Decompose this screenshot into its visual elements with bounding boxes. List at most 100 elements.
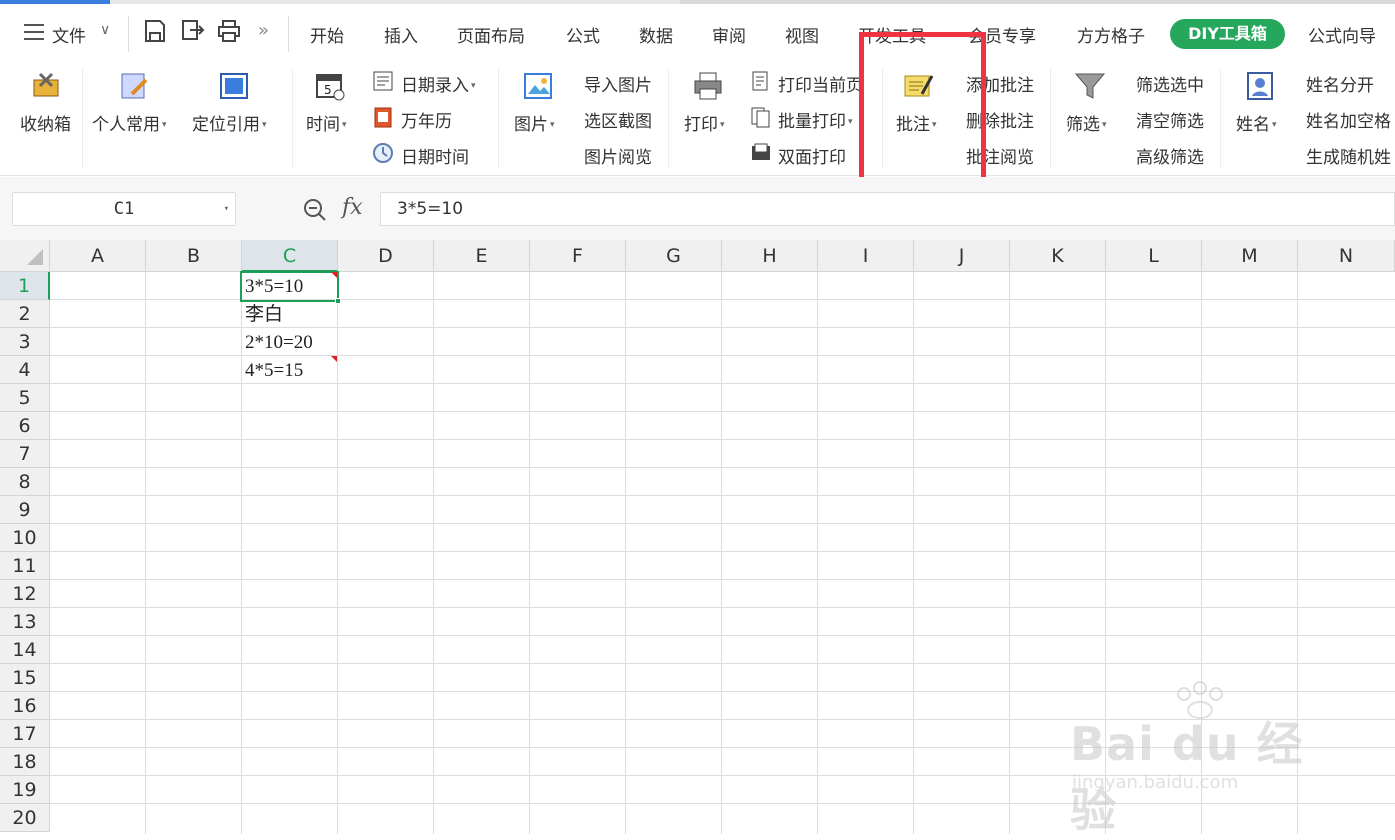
save-icon[interactable] — [142, 18, 168, 44]
menu-file[interactable]: 文件 — [52, 22, 86, 47]
user-card-icon — [1247, 72, 1273, 100]
watermark-url: jingyan.baidu.com — [1072, 772, 1239, 793]
row-header[interactable]: 13 — [0, 608, 50, 636]
fill-handle[interactable] — [335, 298, 341, 304]
clock-icon — [373, 143, 393, 163]
row-header[interactable]: 7 — [0, 440, 50, 468]
column-header[interactable]: B — [146, 240, 242, 272]
select-all-corner[interactable] — [0, 240, 50, 272]
name-space-button[interactable]: 姓名加空格 — [1306, 107, 1391, 132]
filter-selected-button[interactable]: 筛选选中 — [1136, 71, 1204, 96]
personal-button[interactable]: 个人常用 ▾ — [92, 110, 167, 135]
tab-page-layout[interactable]: 页面布局 — [457, 22, 525, 47]
name-button[interactable]: 姓名 ▾ — [1236, 110, 1277, 135]
row-header[interactable]: 3 — [0, 328, 50, 356]
print-current-button[interactable]: 打印当前页 — [778, 71, 863, 96]
chevron-down-icon[interactable]: ∨ — [100, 22, 110, 38]
zoom-icon[interactable] — [302, 197, 328, 223]
formula-bar: C1 ▾ fx 3*5=10 — [0, 177, 1395, 240]
export-icon[interactable] — [180, 18, 206, 44]
tab-fangfang[interactable]: 方方格子 — [1077, 22, 1145, 47]
cell-c2[interactable]: 李白 — [242, 301, 338, 329]
hamburger-icon[interactable] — [24, 24, 44, 40]
filter-icon — [1074, 73, 1106, 99]
cell-c3[interactable]: 2*10=20 — [242, 329, 338, 357]
duplex-print-button[interactable]: 双面打印 — [778, 143, 846, 168]
row-header[interactable]: 10 — [0, 524, 50, 552]
ribbon: 收纳箱 个人常用 ▾ 定位引用 ▾ 5 时间 ▾ 日期录入 ▾ 万年历 日期时间 图片 ▾… — [0, 60, 1395, 176]
svg-text:5: 5 — [324, 83, 332, 97]
column-header[interactable]: I — [818, 240, 914, 272]
split-name-button[interactable]: 姓名分开 — [1306, 71, 1374, 96]
comment-indicator — [331, 356, 337, 362]
personal-icon — [121, 73, 148, 99]
print-button[interactable]: 打印 ▾ — [684, 110, 725, 135]
duplex-print-icon — [752, 143, 770, 160]
row-header[interactable]: 1 — [0, 272, 50, 300]
column-header[interactable]: G — [626, 240, 722, 272]
locate-ref-button[interactable]: 定位引用 ▾ — [192, 110, 267, 135]
picture-view-button[interactable]: 图片阅览 — [584, 143, 652, 168]
row-header[interactable]: 6 — [0, 412, 50, 440]
row-header[interactable]: 2 — [0, 300, 50, 328]
date-entry-button[interactable]: 日期录入 ▾ — [401, 71, 476, 96]
import-picture-button[interactable]: 导入图片 — [584, 71, 652, 96]
tab-formulas[interactable]: 公式 — [566, 22, 600, 47]
column-header[interactable]: N — [1298, 240, 1395, 272]
comment-indicator — [331, 272, 337, 278]
clear-filter-button[interactable]: 清空筛选 — [1136, 107, 1204, 132]
row-header[interactable]: 18 — [0, 748, 50, 776]
toolbox-icon — [33, 72, 59, 97]
cell-c4[interactable]: 4*5=15 — [242, 357, 338, 385]
storage-button[interactable]: 收纳箱 — [20, 110, 71, 135]
filter-button[interactable]: 筛选 ▾ — [1066, 110, 1107, 135]
chevron-down-icon[interactable]: ▾ — [224, 193, 229, 225]
fx-icon[interactable]: fx — [342, 195, 363, 220]
tab-home[interactable]: 开始 — [310, 22, 344, 47]
row-header[interactable]: 11 — [0, 552, 50, 580]
date-time-button[interactable]: 日期时间 — [401, 143, 469, 168]
row-header[interactable]: 20 — [0, 804, 50, 832]
row-header[interactable]: 5 — [0, 384, 50, 412]
printer-icon — [694, 72, 722, 100]
row-header[interactable]: 15 — [0, 664, 50, 692]
tab-insert[interactable]: 插入 — [384, 22, 418, 47]
active-cell-outline — [240, 271, 341, 304]
column-header[interactable]: D — [338, 240, 434, 272]
row-header[interactable]: 12 — [0, 580, 50, 608]
formula-input[interactable]: 3*5=10 — [380, 192, 1395, 226]
screenshot-button[interactable]: 选区截图 — [584, 107, 652, 132]
tab-view[interactable]: 视图 — [785, 22, 819, 47]
picture-button[interactable]: 图片 ▾ — [514, 110, 555, 135]
row-header[interactable]: 9 — [0, 496, 50, 524]
column-header[interactable]: K — [1010, 240, 1106, 272]
batch-print-button[interactable]: 批量打印 ▾ — [778, 107, 853, 132]
more-icon[interactable]: » — [258, 20, 269, 41]
tab-diy-toolbox[interactable]: DIY工具箱 — [1170, 19, 1285, 49]
date-entry-icon — [373, 71, 393, 91]
perpetual-calendar-button[interactable]: 万年历 — [401, 107, 452, 132]
row-header[interactable]: 4 — [0, 356, 50, 384]
column-header[interactable]: E — [434, 240, 530, 272]
row-header[interactable]: 8 — [0, 468, 50, 496]
tab-formula-wizard[interactable]: 公式向导 — [1308, 22, 1376, 47]
tab-review[interactable]: 审阅 — [712, 22, 746, 47]
column-header[interactable]: J — [914, 240, 1010, 272]
column-header[interactable]: F — [530, 240, 626, 272]
column-header[interactable]: L — [1106, 240, 1202, 272]
row-header[interactable]: 16 — [0, 692, 50, 720]
advanced-filter-button[interactable]: 高级筛选 — [1136, 143, 1204, 168]
tab-data[interactable]: 数据 — [639, 22, 673, 47]
time-button[interactable]: 时间 ▾ — [306, 110, 347, 135]
column-header[interactable]: A — [50, 240, 146, 272]
row-header[interactable]: 17 — [0, 720, 50, 748]
row-header[interactable]: 19 — [0, 776, 50, 804]
column-header[interactable]: H — [722, 240, 818, 272]
column-header[interactable]: C — [242, 240, 338, 272]
random-name-button[interactable]: 生成随机姓 — [1306, 143, 1391, 168]
column-header[interactable]: M — [1202, 240, 1298, 272]
print-icon[interactable] — [216, 18, 242, 44]
picture-icon — [524, 73, 552, 99]
name-box[interactable]: C1 ▾ — [12, 192, 236, 226]
row-header[interactable]: 14 — [0, 636, 50, 664]
